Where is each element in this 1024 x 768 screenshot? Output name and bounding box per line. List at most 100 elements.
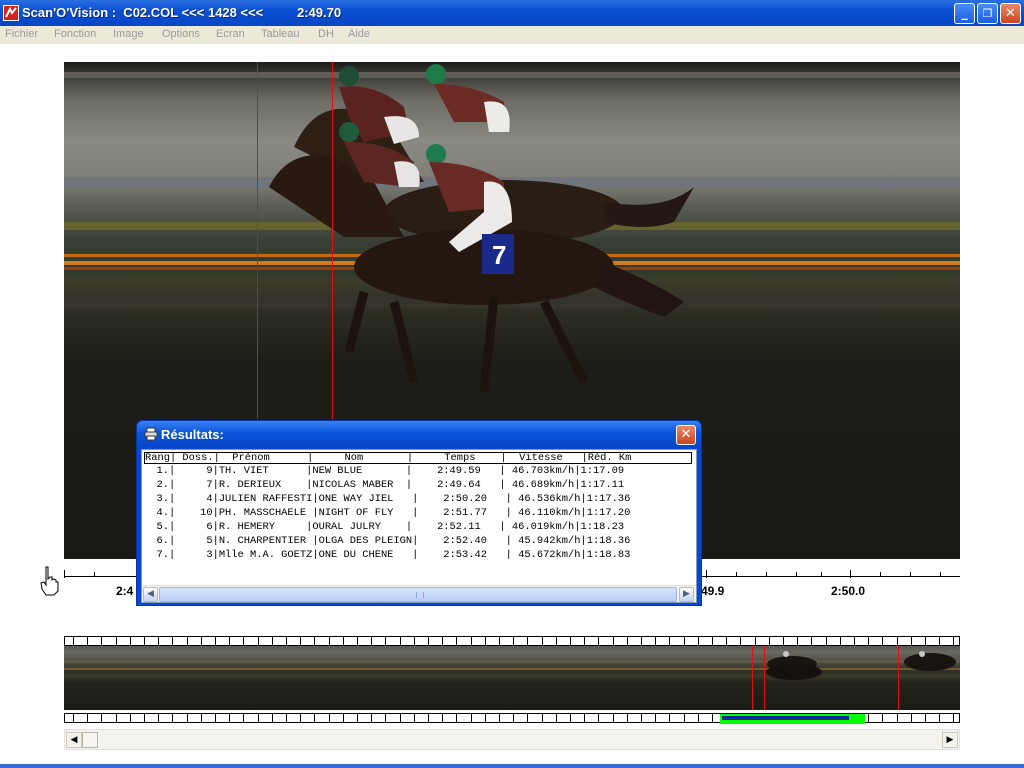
scroll-left-button[interactable]: ◀ — [143, 587, 158, 602]
results-title-bar[interactable]: Résultats: ✕ — [137, 421, 701, 447]
scroll-left-button[interactable]: ◀ — [66, 732, 82, 748]
ruler-tick — [343, 637, 344, 645]
ruler-tick — [570, 637, 571, 645]
results-row[interactable]: 3.| 4|JULIEN RAFFESTI|ONE WAY JIEL | 2:5… — [144, 492, 692, 506]
ruler-tick — [499, 637, 500, 645]
ruler-tick — [229, 714, 230, 722]
results-row[interactable]: 4.| 10|PH. MASSCHAELE |NIGHT OF FLY | 2:… — [144, 506, 692, 520]
ruler-tick — [655, 714, 656, 722]
ruler-tick — [542, 714, 543, 722]
results-horizontal-scrollbar[interactable]: ◀ ▶ — [142, 585, 696, 602]
ruler-tick — [116, 714, 117, 722]
results-dialog: Résultats: ✕ Rang| Doss.| Prénom | Nom |… — [136, 420, 702, 606]
ruler-tick — [144, 637, 145, 645]
ruler-tick — [783, 637, 784, 645]
time-tick — [850, 570, 851, 578]
ruler-tick — [598, 637, 599, 645]
ruler-tick — [243, 714, 244, 722]
scroll-right-button[interactable]: ▶ — [679, 587, 694, 602]
menu-tableau[interactable]: Tableau — [261, 28, 300, 40]
menu-fonction[interactable]: Fonction — [54, 28, 96, 40]
app-logo-icon[interactable] — [3, 5, 19, 21]
menu-ecran[interactable]: Ecran — [216, 28, 245, 40]
results-table[interactable]: Rang| Doss.| Prénom | Nom | Temps | Vite… — [144, 452, 692, 586]
ruler-tick — [187, 637, 188, 645]
ruler-tick — [357, 637, 358, 645]
ruler-tick — [939, 637, 940, 645]
ruler-tick — [187, 714, 188, 722]
saddle-number: 7 — [492, 240, 507, 270]
results-row[interactable]: 2.| 7|R. DERIEUX |NICOLAS MABER | 2:49.6… — [144, 478, 692, 492]
finish-marker-line[interactable] — [257, 62, 258, 419]
finish-marker-line[interactable] — [332, 62, 333, 419]
ruler-tick — [641, 714, 642, 722]
overview-marker-line[interactable] — [764, 646, 765, 710]
ruler-tick — [826, 637, 827, 645]
ruler-tick — [882, 714, 883, 722]
menu-options[interactable]: Options — [162, 28, 200, 40]
ruler-tick — [201, 714, 202, 722]
ruler-tick — [641, 637, 642, 645]
menu-image[interactable]: Image — [113, 28, 144, 40]
ruler-tick — [229, 637, 230, 645]
ruler-tick — [414, 637, 415, 645]
ruler-tick — [243, 637, 244, 645]
ruler-tick — [485, 637, 486, 645]
time-tick — [736, 572, 737, 577]
menu-aide[interactable]: Aide — [348, 28, 370, 40]
ruler-tick — [953, 637, 954, 645]
ruler-tick — [385, 714, 386, 722]
ruler-tick — [286, 714, 287, 722]
ruler-tick — [684, 714, 685, 722]
ruler-tick — [925, 714, 926, 722]
menu-dh[interactable]: DH — [318, 28, 334, 40]
ruler-tick — [527, 714, 528, 722]
overview-marker-line[interactable] — [898, 646, 899, 710]
scroll-thumb[interactable] — [82, 732, 98, 748]
ruler-tick — [371, 637, 372, 645]
ruler-tick — [172, 637, 173, 645]
ruler-tick — [712, 637, 713, 645]
ruler-tick — [499, 714, 500, 722]
ruler-tick — [215, 714, 216, 722]
ruler-tick — [272, 714, 273, 722]
ruler-tick — [854, 637, 855, 645]
ruler-tick — [314, 714, 315, 722]
horizontal-scrollbar[interactable]: ◀ ▶ — [64, 729, 960, 750]
results-row[interactable]: 1.| 9|TH. VIET |NEW BLUE | 2:49.59 | 46.… — [144, 464, 692, 478]
ruler-tick — [570, 714, 571, 722]
ruler-tick — [87, 637, 88, 645]
ruler-tick — [797, 637, 798, 645]
time-label: 2:50.0 — [831, 584, 866, 598]
ruler-tick — [627, 637, 628, 645]
ruler-tick — [712, 714, 713, 722]
ruler-tick — [101, 637, 102, 645]
scroll-thumb[interactable] — [159, 587, 677, 602]
ruler-tick — [414, 714, 415, 722]
overview-marker-line[interactable] — [752, 646, 753, 710]
scroll-right-button[interactable]: ▶ — [942, 732, 958, 748]
results-row[interactable]: 7.| 3|Mlle M.A. GOETZ|ONE DU CHENE | 2:5… — [144, 548, 692, 562]
results-row[interactable]: 6.| 5|N. CHARPENTIER |OLGA DES PLEIGN| 2… — [144, 534, 692, 548]
menu-fichier[interactable]: Fichier — [5, 28, 38, 40]
printer-icon — [144, 427, 158, 441]
minimize-button[interactable]: _ — [954, 3, 975, 24]
ruler-tick — [953, 714, 954, 722]
ruler-tick — [925, 637, 926, 645]
ruler-tick — [485, 714, 486, 722]
time-tick — [766, 572, 767, 577]
ruler-tick — [556, 714, 557, 722]
restore-button[interactable]: ❐ — [977, 3, 998, 24]
ruler-tick — [400, 714, 401, 722]
ruler-tick — [726, 637, 727, 645]
close-button[interactable]: ✕ — [1000, 3, 1021, 24]
ruler-tick — [456, 714, 457, 722]
ruler-tick — [116, 637, 117, 645]
ruler-tick — [868, 637, 869, 645]
ruler-tick — [584, 714, 585, 722]
ruler-tick — [911, 637, 912, 645]
overview-strip[interactable] — [64, 646, 960, 710]
results-close-button[interactable]: ✕ — [676, 425, 696, 445]
results-row[interactable]: 5.| 6|R. HEMERY |OURAL JULRY | 2:52.11 |… — [144, 520, 692, 534]
ruler-tick — [598, 714, 599, 722]
